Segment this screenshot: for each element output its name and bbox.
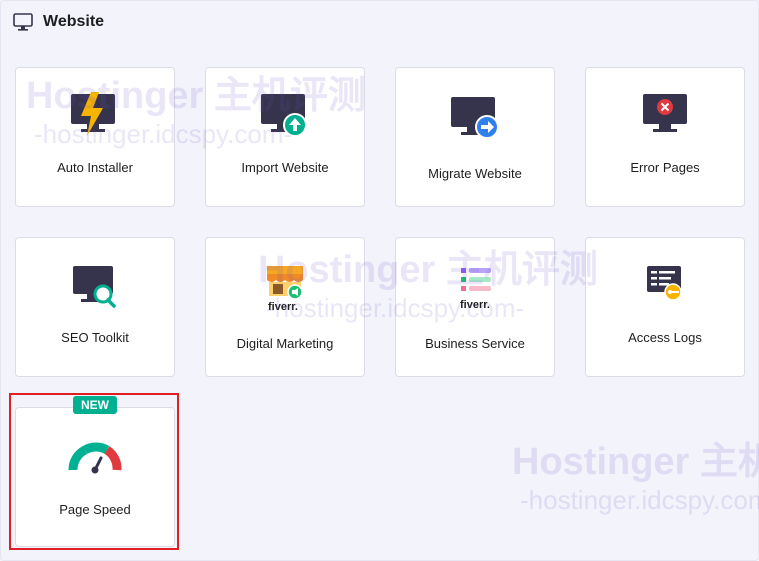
website-panel: Website Auto Installer Import Website Mi… xyxy=(0,0,759,561)
speedometer-icon xyxy=(68,442,122,474)
fiverr-brand: fiverr. xyxy=(268,301,298,313)
import-website-card[interactable]: Import Website xyxy=(205,67,365,207)
auto-installer-card[interactable]: Auto Installer xyxy=(15,67,175,207)
fiverr-store-icon: fiverr. xyxy=(267,266,303,313)
monitor-icon xyxy=(13,13,33,31)
card-label: Auto Installer xyxy=(57,160,133,175)
log-key-icon xyxy=(647,266,682,301)
card-label: Business Service xyxy=(425,336,525,351)
section-title: Website xyxy=(43,13,105,30)
page-speed-card[interactable]: Page Speed xyxy=(15,407,175,547)
card-label: Error Pages xyxy=(630,160,700,175)
card-label: Digital Marketing xyxy=(236,336,334,351)
error-pages-card[interactable]: Error Pages xyxy=(585,67,745,207)
access-logs-card[interactable]: Access Logs xyxy=(585,237,745,377)
business-service-card[interactable]: fiverr. Business Service xyxy=(395,237,555,377)
card-label: Import Website xyxy=(241,160,329,175)
migrate-monitor-icon xyxy=(451,97,499,139)
seo-toolkit-card[interactable]: SEO Toolkit xyxy=(15,237,175,377)
import-monitor-icon xyxy=(261,94,307,137)
fiverr-list-icon: fiverr. xyxy=(460,268,491,311)
new-badge: NEW xyxy=(73,396,117,414)
card-label: SEO Toolkit xyxy=(61,330,129,345)
lightning-monitor-icon xyxy=(71,92,115,136)
migrate-website-card[interactable]: Migrate Website xyxy=(395,67,555,207)
fiverr-brand: fiverr. xyxy=(460,299,490,311)
section-header: Website xyxy=(13,11,104,33)
card-label: Page Speed xyxy=(59,502,131,517)
seo-search-monitor-icon xyxy=(73,266,116,308)
card-label: Access Logs xyxy=(628,330,702,345)
card-label: Migrate Website xyxy=(428,166,522,181)
error-monitor-icon xyxy=(643,94,687,132)
digital-marketing-card[interactable]: fiverr. Digital Marketing xyxy=(205,237,365,377)
